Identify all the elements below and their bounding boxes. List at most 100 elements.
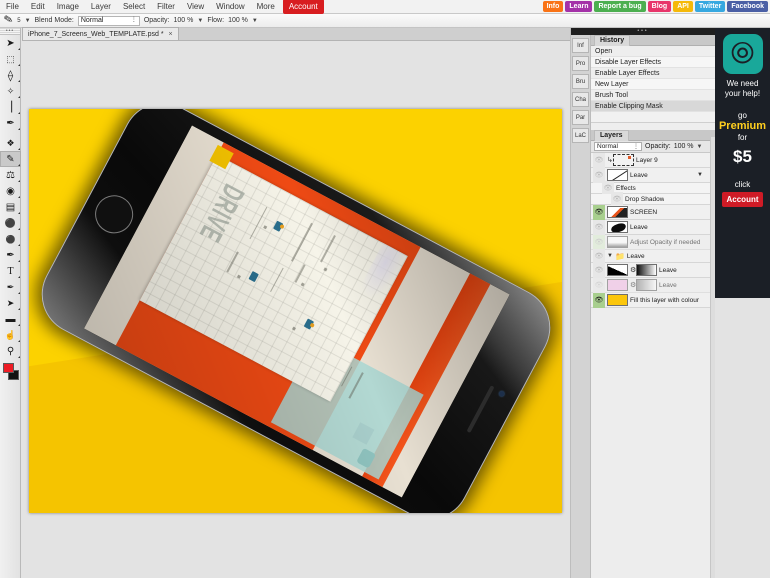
lasso-tool[interactable]: ⟠ [0,67,21,83]
menu-layer[interactable]: Layer [85,0,117,13]
brush-tool[interactable]: ✎ [0,151,21,167]
menu-account-button[interactable]: Account [283,0,324,14]
healing-brush-tool[interactable]: ❖ [0,135,21,151]
blur-tool[interactable]: ⚫ [0,215,21,231]
layer-thumbnail[interactable] [613,154,634,166]
close-icon[interactable]: × [169,31,173,38]
layer-row[interactable]: 👁 Adjust Opacity if needed [591,235,715,250]
document-tab[interactable]: iPhone_7_Screens_Web_TEMPLATE.psd * × [22,27,179,40]
menu-more[interactable]: More [251,0,281,13]
link-mask-icon[interactable]: ⚙ [630,281,634,289]
layer-name[interactable]: SCREEN [630,209,657,216]
layer-thumbnail[interactable] [607,264,628,276]
layer-thumbnail[interactable] [607,294,628,306]
layer-row[interactable]: 👁 Fill this layer with colour [591,293,715,308]
shape-tool[interactable]: ▬ [0,311,21,327]
magic-wand-tool[interactable]: ✧ [0,83,21,99]
layer-name[interactable]: Leave [659,282,677,289]
zoom-tool[interactable]: ⚲ [0,343,21,359]
history-item-enable-clipping-mask[interactable]: Enable Clipping Mask [591,101,715,112]
layer-name[interactable]: Layer 9 [636,157,658,164]
rectangular-marquee-tool[interactable]: ⬚ [0,51,21,67]
layer-name[interactable]: Adjust Opacity if needed [630,239,700,246]
layer-row[interactable]: 👁 ⚙ Leave [591,278,715,293]
panel-tab-properties[interactable]: Pro [572,56,589,71]
clone-stamp-tool[interactable]: ⚖ [0,167,21,183]
layer-visibility-toggle[interactable]: 👁 [593,263,605,278]
layer-thumbnail[interactable] [607,236,628,248]
learn-button[interactable]: Learn [565,1,592,12]
history-item-disable-layer-effects[interactable]: Disable Layer Effects [591,57,715,68]
canvas-workspace[interactable]: DRIVE [22,41,570,578]
blend-mode-select[interactable]: Normal ⋮ [78,16,140,26]
layer-visibility-toggle[interactable]: 👁 [593,153,605,168]
report-bug-button[interactable]: Report a bug [594,1,645,12]
menu-image[interactable]: Image [51,0,85,13]
layer-thumbnail[interactable] [607,279,628,291]
eyedropper-tool[interactable]: ✒ [0,115,21,131]
layer-opacity-value[interactable]: 100 % [674,143,694,150]
menu-view[interactable]: View [181,0,210,13]
type-tool[interactable]: T [0,263,21,279]
layer-visibility-toggle[interactable]: 👁 [593,205,605,220]
layer-row[interactable]: 👁 Leave [591,220,715,235]
flow-chevron-icon[interactable]: ▼ [252,18,258,24]
layer-visibility-toggle[interactable]: 👁 [593,293,605,308]
panel-tab-info[interactable]: Inf [572,38,589,53]
menu-edit[interactable]: Edit [25,0,51,13]
document-canvas[interactable]: DRIVE [29,109,562,513]
hand-tool[interactable]: ☝ [0,327,21,343]
panel-tab-paragraph[interactable]: Par [572,110,589,125]
panel-tab-layer-comps[interactable]: LaC [572,128,589,143]
layer-name[interactable]: Leave [627,253,645,260]
layer-row[interactable]: 👁 Effects [591,183,715,194]
group-expand-chevron-icon[interactable]: ▼ [607,253,613,259]
layer-row[interactable]: 👁 ⚙ Leave [591,263,715,278]
layer-name[interactable]: Leave [630,172,648,179]
flow-value[interactable]: 100 % [228,17,248,24]
toolbar-drag-handle[interactable]: ••• [0,28,20,35]
effects-chevron-icon[interactable]: ▼ [697,172,703,178]
layer-name[interactable]: Fill this layer with colour [630,297,699,304]
layer-thumbnail[interactable] [607,221,628,233]
layer-visibility-toggle[interactable]: 👁 [593,220,605,235]
layer-name[interactable]: Drop Shadow [625,196,664,203]
panel-tab-channels[interactable]: Cha [572,92,589,107]
layer-thumbnail[interactable] [607,169,628,181]
eraser-tool[interactable]: ◉ [0,183,21,199]
layer-row[interactable]: 👁 ↳ Layer 9 [591,153,715,168]
menu-select[interactable]: Select [117,0,151,13]
layer-name[interactable]: Leave [630,224,648,231]
layer-name[interactable]: Leave [659,267,677,274]
crop-tool[interactable]: ⎟ [0,99,21,115]
opacity-value[interactable]: 100 % [174,17,194,24]
blog-button[interactable]: Blog [648,1,672,12]
dock-drag-handle[interactable]: ••• [571,28,715,35]
brush-icon[interactable]: ✎ [3,14,14,27]
move-tool[interactable]: ➤ [0,35,21,51]
layer-row[interactable]: 👁 SCREEN [591,205,715,220]
menu-filter[interactable]: Filter [151,0,181,13]
twitter-button[interactable]: Twitter [695,1,725,12]
brush-size-value[interactable]: 5 [17,18,20,24]
menu-window[interactable]: Window [210,0,250,13]
layer-visibility-toggle[interactable]: 👁 [593,278,605,293]
foreground-color-swatch[interactable] [3,363,14,373]
layer-row[interactable]: 👁 ▼ 📁 Leave [591,250,715,263]
opacity-chevron-icon[interactable]: ▼ [197,18,203,24]
history-item-open[interactable]: Open [591,46,715,57]
history-item-brush-tool[interactable]: Brush Tool [591,90,715,101]
layer-mask-thumbnail[interactable] [636,279,657,291]
direct-select-tool[interactable]: ➤ [0,295,21,311]
panel-tab-brushes[interactable]: Bru [572,74,589,89]
link-mask-icon[interactable]: ⚙ [630,266,634,274]
info-button[interactable]: Info [543,1,564,12]
color-swatches[interactable] [0,363,20,387]
pen-tool[interactable]: ✒ [0,247,21,263]
layer-thumbnail[interactable] [607,206,628,218]
gradient-tool[interactable]: ▤ [0,199,21,215]
layer-name[interactable]: Effects [616,185,636,192]
layer-blend-mode-select[interactable]: Normal ⋮ [594,142,642,151]
path-select-tool[interactable]: ✒ [0,279,21,295]
history-item-new-layer[interactable]: New Layer [591,79,715,90]
